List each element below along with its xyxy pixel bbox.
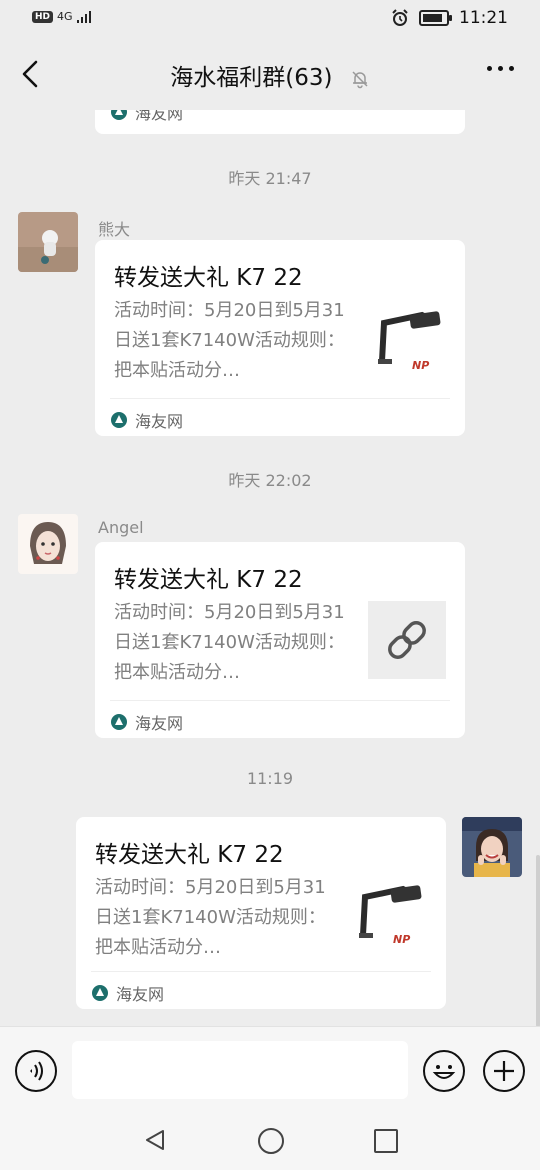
more-dot	[487, 66, 492, 71]
more-dot	[498, 66, 503, 71]
card-title: 转发送大礼 K7 22	[95, 842, 284, 868]
chat-area[interactable]: 海友网 昨天 21:47 熊大 转发送大礼 K7 22 活动时间：5月20日到5…	[0, 110, 540, 1026]
time-separator: 昨天 22:02	[228, 471, 312, 490]
card-divider	[110, 700, 450, 701]
status-left: HD 4G	[32, 10, 93, 23]
smiley-icon	[432, 1065, 456, 1079]
my-avatar[interactable]	[462, 817, 522, 877]
nav-recent-icon[interactable]	[374, 1129, 398, 1153]
card-divider	[110, 398, 450, 399]
card-source: 海友网	[111, 710, 183, 734]
card-description: 活动时间：5月20日到5月31日送1套K7140W活动规则：把本贴活动分…	[95, 877, 326, 958]
source-label: 海友网	[135, 714, 184, 733]
source-icon	[111, 412, 127, 428]
time-separator: 11:19	[246, 769, 294, 788]
link-icon	[368, 601, 446, 679]
link-card[interactable]: 转发送大礼 K7 22 活动时间：5月20日到5月31日送1套K7140W活动规…	[95, 542, 465, 738]
link-card[interactable]: 转发送大礼 K7 22 活动时间：5月20日到5月31日送1套K7140W活动规…	[76, 817, 446, 1009]
source-icon	[111, 110, 127, 120]
card-divider	[91, 971, 431, 972]
time-separator: 昨天 21:47	[228, 169, 312, 188]
battery-icon	[419, 10, 452, 26]
plus-button[interactable]	[483, 1050, 525, 1092]
source-label: 海友网	[116, 985, 165, 1004]
sender-name: 熊大	[98, 220, 131, 239]
source-icon	[111, 714, 127, 730]
plus-icon	[494, 1061, 514, 1081]
status-time: 11:21	[459, 8, 508, 28]
message-input[interactable]	[72, 1041, 408, 1099]
avatar[interactable]	[18, 514, 78, 574]
hd-badge: HD	[32, 10, 54, 23]
nav-home-icon[interactable]	[258, 1128, 284, 1154]
source-icon	[92, 985, 108, 1001]
card-description: 活动时间：5月20日到5月31日送1套K7140W活动规则：把本贴活动分…	[114, 602, 345, 683]
title-bar: 海水福利群(63)	[0, 38, 540, 110]
card-description: 活动时间：5月20日到5月31日送1套K7140W活动规则：把本贴活动分…	[114, 300, 345, 381]
voice-button[interactable]	[15, 1050, 57, 1092]
card-source: 海友网	[92, 981, 164, 1005]
nav-back-icon[interactable]	[143, 1128, 167, 1152]
voice-icon	[30, 1061, 43, 1081]
avatar[interactable]	[18, 212, 78, 272]
status-bar: HD 4G 11:21	[0, 0, 540, 38]
card-source: 海友网	[111, 408, 183, 432]
mute-bell-icon	[352, 70, 368, 88]
link-card[interactable]: 转发送大礼 K7 22 活动时间：5月20日到5月31日送1套K7140W活动规…	[95, 240, 465, 436]
signal-icon	[76, 10, 91, 23]
card-title: 转发送大礼 K7 22	[114, 567, 303, 593]
product-thumbnail: NP	[372, 303, 450, 381]
card-source: 海友网	[111, 110, 183, 124]
source-label: 海友网	[135, 110, 184, 123]
input-bar	[0, 1026, 540, 1115]
network-label: 4G	[57, 10, 73, 23]
scrollbar[interactable]	[536, 855, 540, 1027]
status-right: 11:21	[391, 8, 508, 28]
source-label: 海友网	[135, 412, 184, 431]
sender-name: Angel	[98, 518, 144, 537]
more-dot	[509, 66, 514, 71]
chat-title-wrap: 海水福利群(63)	[0, 58, 540, 92]
alarm-icon	[392, 9, 408, 26]
more-button[interactable]	[487, 66, 514, 71]
svg-text:NP: NP	[393, 933, 410, 946]
card-title: 转发送大礼 K7 22	[114, 265, 303, 291]
svg-text:NP: NP	[412, 359, 429, 372]
system-nav-bar	[0, 1114, 540, 1170]
emoji-button[interactable]	[423, 1050, 465, 1092]
partial-link-card[interactable]: 海友网	[95, 110, 465, 134]
chat-title: 海水福利群(63)	[170, 65, 333, 91]
product-thumbnail: NP	[353, 877, 431, 955]
